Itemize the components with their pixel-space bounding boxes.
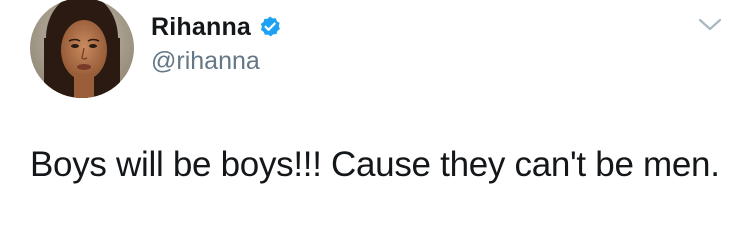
avatar-photo xyxy=(30,0,134,98)
tweet-text: Boys will be boys!!! Cause they can't be… xyxy=(30,145,720,184)
avatar[interactable] xyxy=(30,0,134,98)
display-name[interactable]: Rihanna xyxy=(151,13,251,42)
tweet-card: Rihanna @rihanna Boys will be boys!!! Ca… xyxy=(0,0,749,249)
verified-badge-icon xyxy=(258,15,282,39)
username-handle[interactable]: @rihanna xyxy=(151,47,260,76)
chevron-down-icon[interactable] xyxy=(696,14,724,36)
author-name-row: Rihanna xyxy=(151,11,282,43)
